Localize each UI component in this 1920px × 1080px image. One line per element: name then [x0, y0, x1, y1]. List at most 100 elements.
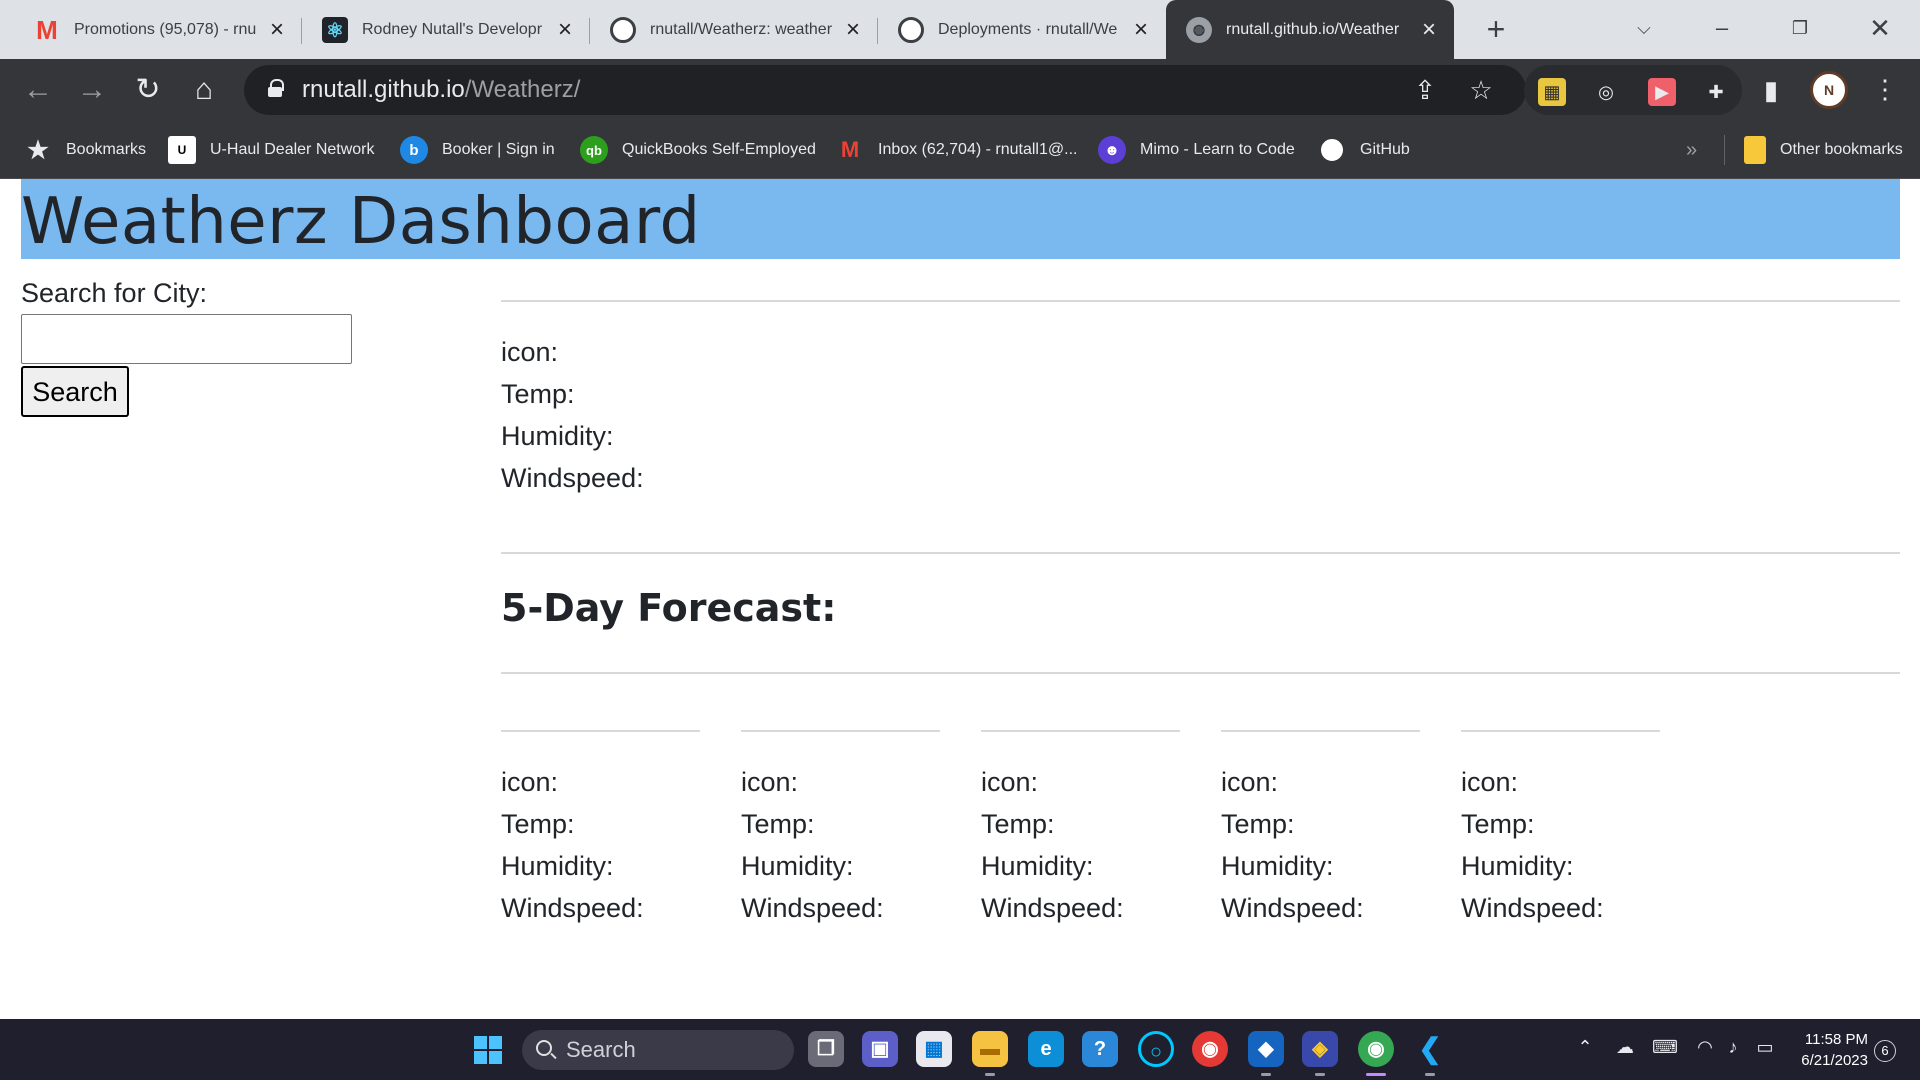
- edge-icon[interactable]: e: [1028, 1031, 1064, 1067]
- lock-icon[interactable]: [268, 79, 284, 97]
- git-icon[interactable]: ◈: [1302, 1031, 1338, 1076]
- github-icon: [898, 17, 924, 43]
- onedrive-icon[interactable]: ☁: [1612, 1037, 1638, 1058]
- tab-weatherz-repo[interactable]: rnutall/Weatherz: weather ×: [590, 6, 878, 54]
- city-search-input[interactable]: [21, 314, 352, 364]
- share-icon[interactable]: ⇪: [1410, 75, 1440, 105]
- address-bar[interactable]: rnutall.github.io/Weatherz/ ⇪ ☆: [244, 65, 1526, 115]
- wifi-icon[interactable]: ◠: [1692, 1037, 1718, 1058]
- bookmark-github[interactable]: GitHub: [1318, 135, 1410, 165]
- clock-date: 6/21/2023: [1801, 1052, 1868, 1069]
- tab-title: Promotions (95,078) - rnu: [74, 21, 257, 38]
- file-explorer-icon[interactable]: ▬: [972, 1031, 1008, 1076]
- browser-toolbar: ← → ↻ ⌂ rnutall.github.io/Weatherz/ ⇪ ☆ …: [0, 59, 1920, 121]
- restore-button[interactable]: ❐: [1780, 10, 1820, 46]
- booker-icon: b: [400, 136, 428, 164]
- new-tab-button[interactable]: +: [1478, 12, 1514, 48]
- minimize-button[interactable]: –: [1702, 10, 1742, 46]
- uhaul-icon: U: [168, 136, 196, 164]
- forecast-temp-label: Temp:: [501, 809, 575, 839]
- bookmark-booker[interactable]: b Booker | Sign in: [400, 135, 555, 165]
- alexa-icon[interactable]: ○: [1138, 1031, 1174, 1067]
- tab-title: Deployments · rnutall/We: [938, 21, 1118, 38]
- current-humidity-label: Humidity:: [501, 421, 614, 451]
- chrome-canary-icon[interactable]: ◉: [1192, 1031, 1228, 1067]
- bookmark-star-icon[interactable]: ☆: [1466, 75, 1496, 105]
- tab-deployments[interactable]: Deployments · rnutall/We ×: [878, 6, 1166, 54]
- reload-icon[interactable]: ↻: [130, 72, 166, 108]
- forecast-humidity-label: Humidity:: [1461, 851, 1574, 881]
- bookmark-mimo[interactable]: ☻ Mimo - Learn to Code: [1098, 135, 1295, 165]
- side-panel-icon[interactable]: ▮: [1756, 75, 1786, 105]
- url-text[interactable]: rnutall.github.io/Weatherz/: [302, 76, 580, 104]
- bookmarks-bar: ★ Bookmarks U U-Haul Dealer Network b Bo…: [0, 121, 1920, 179]
- header-banner: Weatherz Dashboard: [21, 179, 1900, 259]
- card-divider: [1221, 730, 1420, 732]
- avatar[interactable]: N: [1810, 71, 1848, 109]
- close-icon[interactable]: ×: [1130, 16, 1152, 43]
- bookmark-label: QuickBooks Self-Employed: [622, 141, 816, 158]
- forecast-icon-label: icon:: [1221, 767, 1279, 797]
- extensions-group: ▦ ◎ ▶ ✚: [1524, 65, 1742, 115]
- windows-start-icon[interactable]: [474, 1036, 504, 1066]
- extension-color-icon[interactable]: ▦: [1538, 78, 1566, 106]
- page-content: Weatherz Dashboard Search for City: Sear…: [0, 179, 1920, 1019]
- bookmark-other[interactable]: Other bookmarks: [1744, 135, 1903, 165]
- puzzle-icon[interactable]: ✚: [1702, 78, 1730, 106]
- azure-data-studio-icon[interactable]: ◆: [1248, 1031, 1284, 1076]
- clock[interactable]: 11:58 PM 6/21/2023: [1788, 1029, 1868, 1071]
- help-icon[interactable]: ?: [1082, 1031, 1118, 1067]
- extension-record-icon[interactable]: ▶: [1648, 78, 1676, 106]
- tab-search-icon[interactable]: ⌵: [1624, 10, 1664, 46]
- tab-title: rnutall/Weatherz: weather: [650, 21, 833, 38]
- close-icon[interactable]: ×: [266, 16, 288, 43]
- bookmark-label: Booker | Sign in: [442, 141, 555, 158]
- store-icon[interactable]: ▦: [916, 1031, 952, 1067]
- forward-arrow-icon[interactable]: →: [74, 72, 110, 108]
- chevron-double-right-icon[interactable]: »: [1686, 139, 1697, 162]
- keyboard-icon[interactable]: ⌨: [1652, 1037, 1678, 1058]
- url-domain: rnutall.github.io: [302, 76, 465, 103]
- bookmark-label: Mimo - Learn to Code: [1140, 141, 1295, 158]
- gmail-icon: M: [840, 137, 860, 162]
- more-menu-icon[interactable]: ⋮: [1872, 72, 1898, 108]
- tab-weatherz-site[interactable]: ◍ rnutall.github.io/Weather ×: [1166, 0, 1454, 59]
- volume-icon[interactable]: ♪: [1720, 1037, 1746, 1058]
- forecast-icon-label: icon:: [981, 767, 1039, 797]
- chevron-up-icon[interactable]: ⌃: [1572, 1037, 1598, 1058]
- chrome-icon[interactable]: ◉: [1358, 1031, 1394, 1076]
- notification-badge[interactable]: 6: [1874, 1040, 1896, 1062]
- search-button[interactable]: Search: [21, 366, 129, 417]
- mimo-icon: ☻: [1098, 136, 1126, 164]
- tab-developer-portfolio[interactable]: ⚛ Rodney Nutall's Developr ×: [302, 6, 590, 54]
- forecast-icon-label: icon:: [501, 767, 559, 797]
- battery-icon[interactable]: ▭: [1752, 1037, 1778, 1058]
- tab-gmail-promotions[interactable]: M Promotions (95,078) - rnu ×: [14, 6, 302, 54]
- task-view-icon[interactable]: ❐: [808, 1031, 844, 1067]
- close-icon[interactable]: ×: [842, 16, 864, 43]
- close-icon[interactable]: ×: [554, 16, 576, 43]
- teams-chat-icon[interactable]: ▣: [862, 1031, 898, 1067]
- back-arrow-icon[interactable]: ←: [20, 72, 56, 108]
- forecast-heading: 5-Day Forecast:: [501, 586, 837, 630]
- home-icon[interactable]: ⌂: [186, 72, 222, 108]
- bookmark-bookmarks[interactable]: ★ Bookmarks: [24, 135, 146, 165]
- close-icon[interactable]: ×: [1418, 16, 1440, 43]
- bookmark-uhaul[interactable]: U U-Haul Dealer Network: [168, 135, 375, 165]
- search-icon: [536, 1040, 552, 1056]
- github-icon: [610, 17, 636, 43]
- bookmark-quickbooks[interactable]: qb QuickBooks Self-Employed: [580, 135, 816, 165]
- window-close-button[interactable]: ✕: [1860, 10, 1900, 46]
- forecast-humidity-label: Humidity:: [981, 851, 1094, 881]
- divider: [501, 672, 1900, 674]
- taskbar-search-box[interactable]: Search: [522, 1030, 794, 1070]
- forecast-temp-label: Temp:: [741, 809, 815, 839]
- clock-time: 11:58 PM: [1804, 1031, 1868, 1048]
- vscode-icon[interactable]: ❮: [1412, 1031, 1448, 1076]
- search-label: Search for City:: [21, 278, 208, 308]
- bookmark-gmail-inbox[interactable]: M Inbox (62,704) - rnutall1@...: [836, 135, 1078, 165]
- globe-icon: ◍: [1186, 16, 1212, 43]
- url-path: /Weatherz/: [464, 76, 581, 103]
- bookmark-label: Inbox (62,704) - rnutall1@...: [878, 141, 1078, 158]
- extension-target-icon[interactable]: ◎: [1592, 78, 1620, 106]
